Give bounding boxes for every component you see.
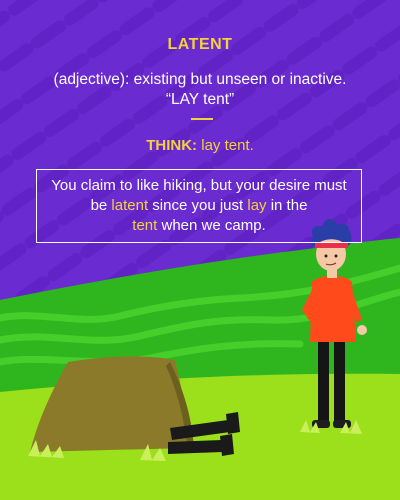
example-sentence-box: You claim to like hiking, but your desir… [36, 169, 362, 243]
pronunciation: “LAY tent” [165, 91, 235, 108]
highlight-lay: lay [247, 197, 267, 214]
example-text-4: when we camp. [161, 217, 266, 234]
word-title: LATENT [167, 36, 233, 53]
vocab-card: LATENT (adjective): existing but unseen … [0, 0, 400, 500]
divider-line [191, 118, 213, 120]
highlight-latent: latent [111, 197, 149, 214]
definition-text: (adjective): existing but unseen or inac… [53, 71, 347, 88]
think-phrase: lay tent. [201, 137, 254, 154]
mnemonic: THINK: lay tent. [0, 137, 400, 154]
example-sentence: You claim to like hiking, but your desir… [47, 176, 351, 236]
example-text-3: in the [270, 197, 308, 214]
definition: (adjective): existing but unseen or inac… [0, 70, 400, 110]
think-label: THINK: [146, 137, 198, 154]
highlight-tent: tent [132, 217, 158, 234]
example-text-2: since you just [152, 197, 244, 214]
